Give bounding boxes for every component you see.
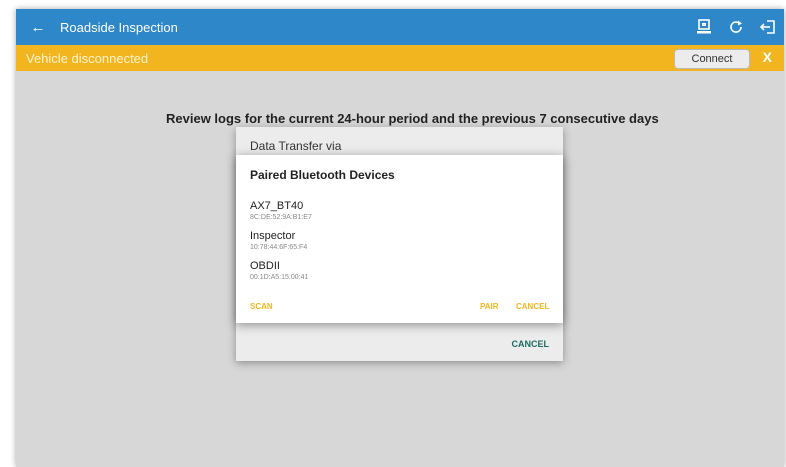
- list-item[interactable]: OBDII 00:1D:A5:15:00:41: [250, 260, 312, 290]
- app-bar: ← Roadside Inspection: [16, 9, 784, 45]
- device-name: AX7_BT40: [250, 200, 304, 212]
- device-screen: ← Roadside Inspection Vehicle disconnect…: [16, 9, 784, 467]
- appbar-actions: [694, 9, 778, 45]
- device-mac: 8C:DE:52:9A:B1:E7: [250, 214, 312, 221]
- pair-button[interactable]: PAIR: [480, 302, 499, 311]
- bluetooth-cancel-button[interactable]: CANCEL: [516, 302, 549, 311]
- list-item[interactable]: AX7_BT40 8C:DE:52:9A:B1:E7: [250, 200, 312, 230]
- banner-close-button[interactable]: X: [763, 49, 772, 65]
- device-list: AX7_BT40 8C:DE:52:9A:B1:E7 Inspector 10:…: [250, 200, 312, 290]
- device-name: Inspector: [250, 230, 296, 242]
- data-transfer-title: Data Transfer via: [250, 139, 342, 153]
- list-item[interactable]: Inspector 10:78:44:6F:65:F4: [250, 230, 312, 260]
- exit-icon[interactable]: [758, 17, 778, 37]
- page-title: Roadside Inspection: [60, 19, 178, 35]
- data-transfer-cancel-button[interactable]: CANCEL: [512, 339, 550, 349]
- device-mac: 10:78:44:6F:65:F4: [250, 244, 308, 251]
- review-logs-text: Review logs for the current 24-hour peri…: [166, 111, 659, 126]
- connection-banner: Vehicle disconnected Connect X: [16, 45, 784, 71]
- device-name: OBDII: [250, 260, 280, 272]
- transfer-icon[interactable]: [694, 17, 714, 37]
- device-mac: 00:1D:A5:15:00:41: [250, 274, 309, 281]
- bluetooth-devices-dialog: Paired Bluetooth Devices AX7_BT40 8C:DE:…: [236, 155, 563, 323]
- refresh-icon[interactable]: [726, 17, 746, 37]
- bluetooth-dialog-title: Paired Bluetooth Devices: [250, 168, 395, 182]
- connection-status: Vehicle disconnected: [26, 50, 149, 66]
- scan-button[interactable]: SCAN: [250, 302, 273, 311]
- connect-button[interactable]: Connect: [674, 49, 750, 69]
- arrow-back-icon[interactable]: ←: [16, 19, 60, 36]
